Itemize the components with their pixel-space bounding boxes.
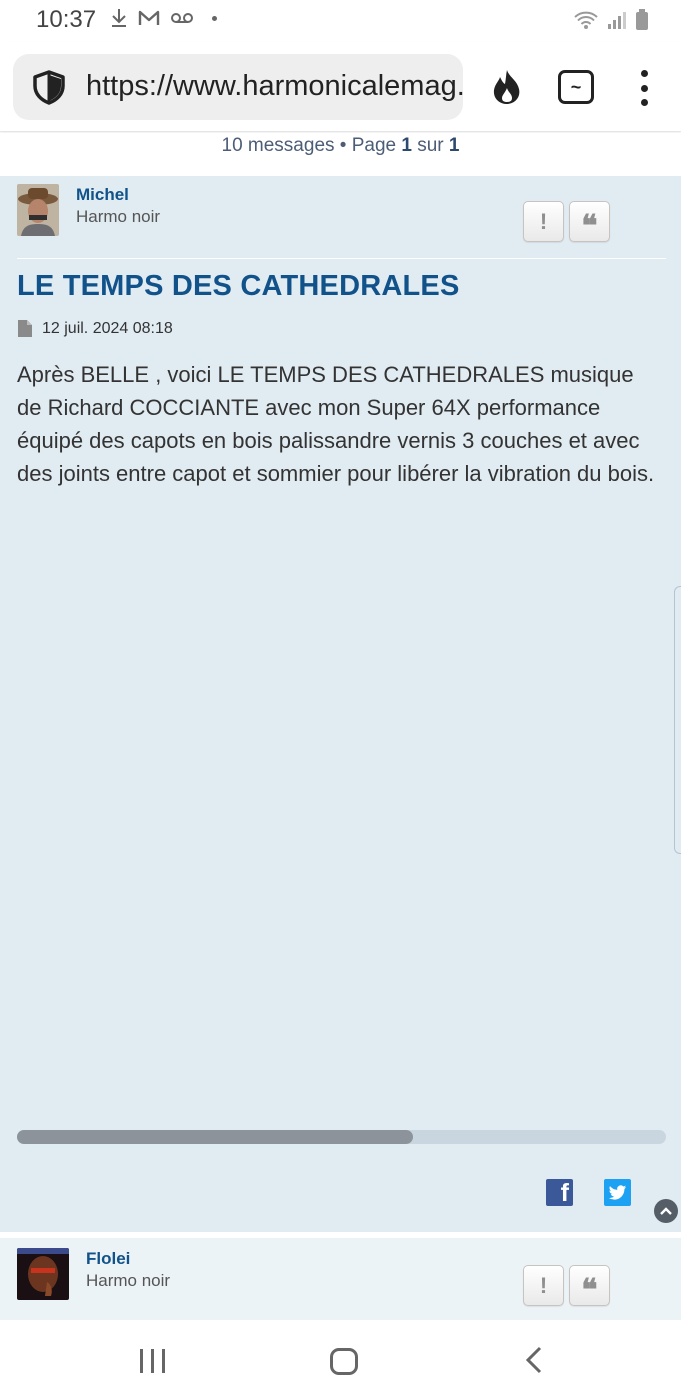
browser-menu-button[interactable] — [638, 70, 650, 106]
post-title[interactable]: LE TEMPS DES CATHEDRALES — [17, 270, 460, 303]
twitter-share-icon[interactable] — [604, 1179, 631, 1206]
embed-scrollbar[interactable] — [17, 1130, 666, 1144]
fire-icon[interactable] — [490, 68, 524, 106]
shield-icon[interactable] — [31, 69, 67, 105]
signal-icon — [608, 12, 626, 29]
recent-apps-button[interactable] — [140, 1349, 165, 1373]
post-author[interactable]: Michel — [76, 185, 129, 205]
address-bar[interactable]: https://www.harmonicalemag.com — [13, 54, 463, 120]
quote-button[interactable]: ❝ — [569, 1265, 610, 1306]
post-author[interactable]: Flolei — [86, 1249, 130, 1269]
gmail-icon — [138, 10, 160, 25]
voicemail-icon — [171, 13, 193, 23]
post: Flolei Harmo noir ! ❝ — [0, 1238, 681, 1320]
post-file-icon — [18, 320, 32, 337]
avatar[interactable] — [17, 1248, 69, 1300]
pagination-current: 1 — [401, 135, 412, 156]
tab-switcher-button[interactable]: ~ — [558, 70, 594, 104]
wifi-icon — [574, 11, 598, 29]
report-button[interactable]: ! — [523, 1265, 564, 1306]
report-button[interactable]: ! — [523, 201, 564, 242]
pagination-total: 1 — [448, 135, 460, 156]
author-rank: Harmo noir — [76, 207, 161, 226]
url-text[interactable]: https://www.harmonicalemag.com — [86, 70, 463, 103]
facebook-share-icon[interactable]: f — [546, 1179, 573, 1206]
status-time: 10:37 — [36, 6, 97, 33]
embed-frame-edge — [674, 586, 681, 854]
post-meta: 12 juil. 2024 08:18 — [17, 319, 173, 338]
home-button[interactable] — [330, 1348, 358, 1375]
status-bar: 10:37 — [0, 0, 681, 42]
pagination: 10 messages • Page 1 sur 1 — [0, 133, 681, 175]
system-icons — [573, 9, 649, 31]
back-icon[interactable] — [524, 1346, 544, 1374]
post-divider — [17, 258, 666, 259]
post-date: 12 juil. 2024 08:18 — [42, 319, 173, 337]
more-notifications-dot-icon — [212, 15, 217, 21]
chevron-up-icon — [660, 1207, 672, 1215]
back-to-top-button[interactable] — [654, 1199, 678, 1223]
pagination-middle: sur — [411, 135, 449, 156]
battery-icon — [636, 9, 648, 30]
embed-scrollbar-thumb[interactable] — [17, 1130, 413, 1144]
post: Michel Harmo noir ! ❝ LE TEMPS DES CATHE… — [0, 176, 681, 1232]
quote-button[interactable]: ❝ — [569, 201, 610, 242]
download-icon — [112, 9, 126, 27]
system-nav-bar — [0, 1320, 681, 1400]
browser-toolbar: https://www.harmonicalemag.com ~ — [0, 42, 681, 132]
author-rank: Harmo noir — [86, 1271, 171, 1290]
notification-icons — [110, 8, 217, 28]
avatar[interactable] — [17, 184, 59, 236]
post-body: Après BELLE , voici LE TEMPS DES CATHEDR… — [17, 362, 655, 486]
pagination-prefix: 10 messages • Page — [221, 135, 402, 156]
